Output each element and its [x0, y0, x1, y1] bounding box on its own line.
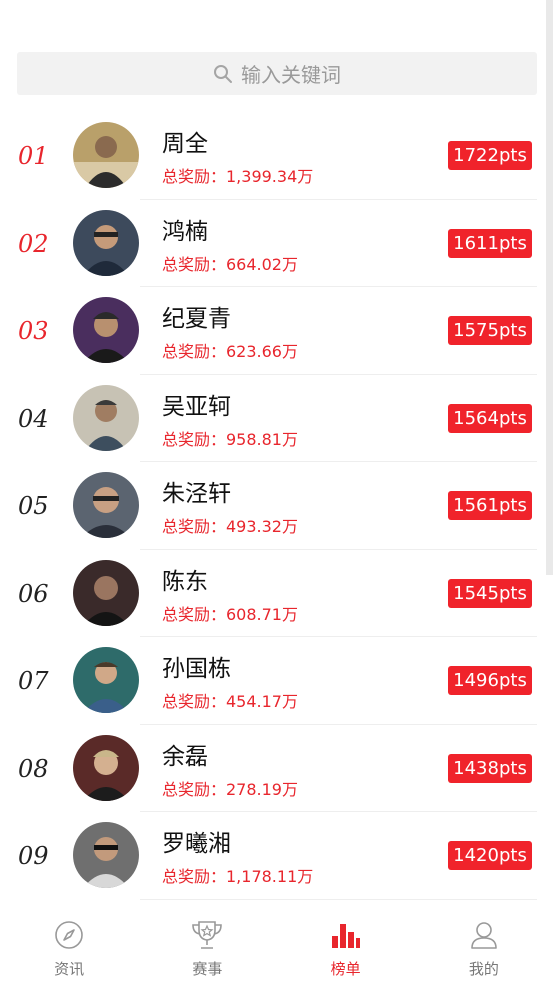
ranking-page: 输入关键词 01 周全 总奖励：1,399.34万 1722pts 02 鸿楠 …: [0, 0, 553, 983]
total-prize: 总奖励：278.19万: [162, 779, 298, 799]
points-badge: 1545pts: [448, 578, 532, 608]
bar-chart-icon: [331, 924, 360, 948]
tab-news[interactable]: 资讯: [0, 906, 138, 983]
list-item[interactable]: 06 陈东 总奖励：608.71万 1545pts: [0, 550, 553, 637]
rank-number: 05: [18, 492, 49, 520]
tab-label: 资讯: [54, 960, 85, 978]
player-name: 朱泾轩: [162, 481, 231, 507]
avatar: [73, 472, 139, 538]
points-badge: 1438pts: [448, 753, 532, 783]
ranking-list: 01 周全 总奖励：1,399.34万 1722pts 02 鸿楠 总奖励：66…: [0, 112, 553, 900]
avatar: [73, 559, 139, 626]
points-badge: 1575pts: [448, 316, 532, 345]
player-name: 周全: [162, 131, 208, 157]
compass-icon: [55, 921, 83, 949]
points-badge: 1496pts: [448, 666, 532, 695]
player-name: 孙国栋: [162, 656, 231, 682]
list-item[interactable]: 03 纪夏青 总奖励：623.66万 1575pts: [0, 287, 553, 375]
points-badge: 1564pts: [448, 403, 532, 433]
player-name: 罗曦湘: [162, 831, 231, 857]
list-item[interactable]: 02 鸿楠 总奖励：664.02万 1611pts: [0, 200, 553, 287]
player-name: 余磊: [162, 743, 208, 770]
rank-number: 03: [18, 317, 49, 345]
total-prize: 总奖励：664.02万: [162, 254, 298, 274]
avatar: [73, 384, 139, 451]
list-item[interactable]: 05 朱泾轩 总奖励：493.32万 1561pts: [0, 462, 553, 550]
avatar: [73, 297, 139, 363]
list-item[interactable]: 04 吴亚轲 总奖励：958.81万 1564pts: [0, 375, 553, 462]
tab-events[interactable]: 赛事: [138, 906, 276, 983]
avatar: [73, 209, 139, 276]
list-item[interactable]: 09 罗曦湘 总奖励：1,178.11万 1420pts: [0, 812, 553, 900]
rank-number: 06: [18, 579, 49, 608]
bottom-tab-bar: 资讯 赛事 榜单 我的: [0, 906, 553, 983]
rank-number: 02: [18, 229, 49, 258]
rank-number: 04: [18, 404, 49, 433]
points-badge: 1561pts: [448, 491, 532, 520]
points-badge: 1722pts: [448, 141, 532, 170]
user-icon: [471, 922, 497, 949]
total-prize: 总奖励：454.17万: [162, 692, 298, 711]
rank-number: 08: [18, 754, 49, 783]
tab-label: 榜单: [330, 960, 361, 978]
avatar: [73, 734, 139, 801]
rank-number: 01: [18, 142, 49, 170]
search-icon: [214, 64, 232, 83]
tab-profile[interactable]: 我的: [415, 906, 553, 983]
avatar: [73, 122, 139, 188]
player-name: 吴亚轲: [162, 393, 231, 420]
tab-ranking[interactable]: 榜单: [277, 906, 415, 983]
player-name: 陈东: [162, 568, 208, 595]
total-prize: 总奖励：1,178.11万: [162, 867, 314, 886]
total-prize: 总奖励：1,399.34万: [162, 167, 314, 186]
search-input[interactable]: 输入关键词: [17, 52, 537, 95]
list-item[interactable]: 08 余磊 总奖励：278.19万 1438pts: [0, 725, 553, 812]
total-prize: 总奖励：608.71万: [162, 604, 298, 624]
search-placeholder: 输入关键词: [241, 63, 341, 87]
trophy-icon: [192, 921, 223, 949]
avatar: [73, 647, 139, 713]
tab-label: 赛事: [192, 960, 223, 978]
total-prize: 总奖励：493.32万: [162, 517, 298, 536]
divider: [140, 898, 537, 900]
player-name: 鸿楠: [162, 218, 208, 245]
player-name: 纪夏青: [162, 306, 231, 332]
rank-number: 07: [18, 667, 49, 695]
total-prize: 总奖励：623.66万: [162, 342, 298, 361]
list-item[interactable]: 07 孙国栋 总奖励：454.17万 1496pts: [0, 637, 553, 725]
list-item[interactable]: 01 周全 总奖励：1,399.34万 1722pts: [0, 112, 553, 200]
avatar: [73, 822, 139, 888]
total-prize: 总奖励：958.81万: [162, 429, 298, 449]
points-badge: 1420pts: [448, 841, 532, 870]
points-badge: 1611pts: [448, 228, 532, 258]
rank-number: 09: [18, 842, 49, 870]
tab-label: 我的: [468, 960, 499, 978]
